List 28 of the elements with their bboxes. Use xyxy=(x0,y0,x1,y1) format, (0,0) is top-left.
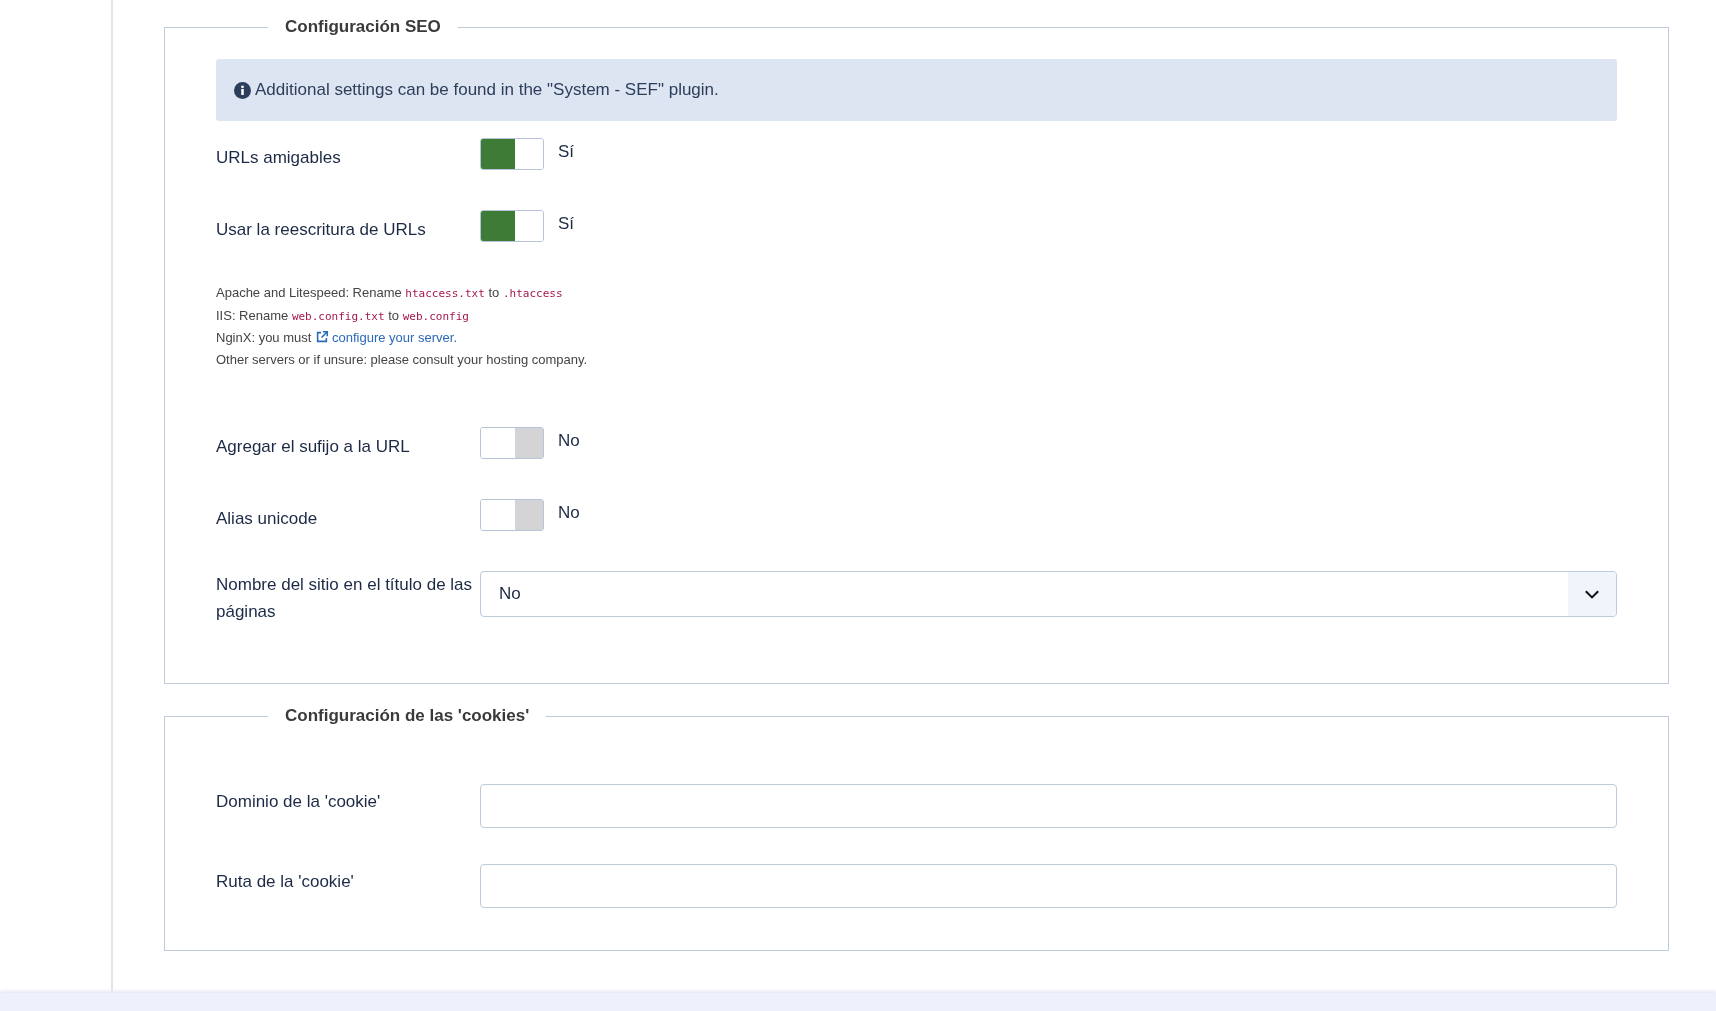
field-label: Usar la reescritura de URLs xyxy=(216,218,427,241)
field-label: Alias unicode xyxy=(216,507,319,530)
toggle-label: Sí xyxy=(558,142,575,162)
field-label: Dominio de la 'cookie' xyxy=(216,791,382,813)
section-title: Configuración SEO xyxy=(284,17,442,37)
toggle-label: No xyxy=(558,431,580,451)
toggle-switch[interactable] xyxy=(480,427,544,459)
help-text: Other servers or if unsure: please consult your hosting company. xyxy=(216,350,589,369)
help-text: Apache and Litespeed: Rename htaccess.txt to .htaccess xyxy=(216,284,564,302)
toggle-switch[interactable] xyxy=(480,499,544,531)
help-text: IIS: Rename web.config.txt to web.config xyxy=(216,306,470,325)
toggle-switch[interactable] xyxy=(480,210,544,242)
field-label: Ruta de la 'cookie' xyxy=(216,871,355,893)
input-field[interactable] xyxy=(480,784,1617,828)
info-text: Additional settings can be found in the "System - SEF" plugin. xyxy=(255,80,719,100)
info-icon xyxy=(234,81,251,99)
toggle-label: Sí xyxy=(558,214,575,234)
toggle-label: No xyxy=(558,503,580,523)
section-title: Configuración de las 'cookies' xyxy=(284,706,531,726)
field-label: Nombre del sitio en el título de las páginas xyxy=(216,574,474,623)
input-field[interactable] xyxy=(480,864,1617,908)
toggle-switch[interactable] xyxy=(480,138,544,170)
dropdown[interactable]: No xyxy=(480,571,1617,617)
external-link-icon xyxy=(315,330,329,344)
help-text: NginX: you must configure your server. xyxy=(216,329,458,347)
field-label: Agregar el sufijo a la URL xyxy=(216,435,411,458)
configure-link[interactable]: configure your server. xyxy=(315,330,457,345)
field-label: URLs amigables xyxy=(216,146,342,169)
